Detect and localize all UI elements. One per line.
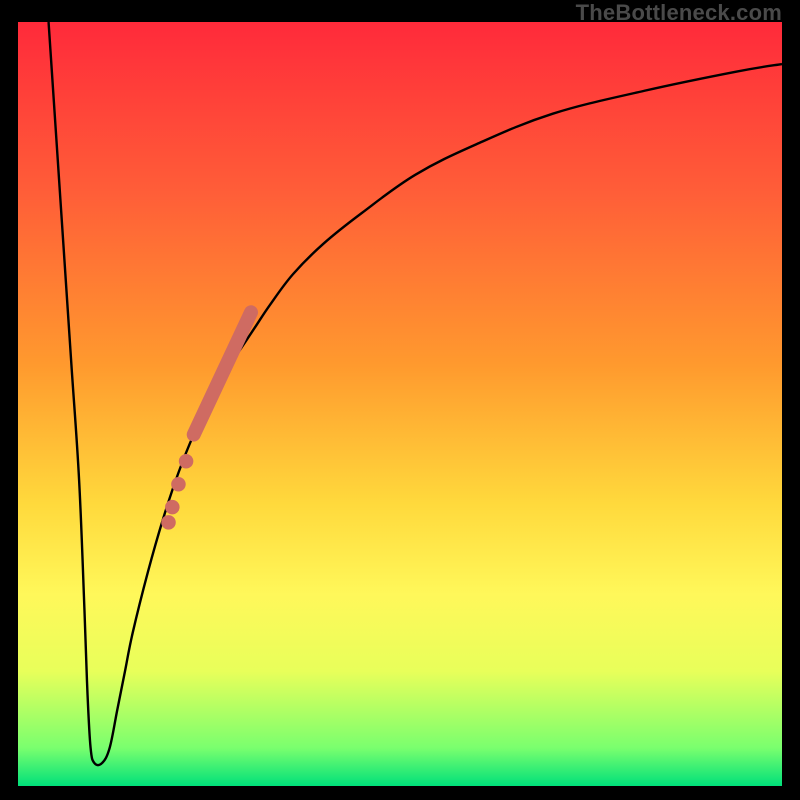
watermark-text: TheBottleneck.com <box>576 0 782 26</box>
curve-line <box>49 22 782 765</box>
plot-area <box>18 22 782 786</box>
marker-dot <box>171 477 186 492</box>
marker-dot <box>165 500 180 515</box>
bottleneck-chart-svg <box>18 22 782 786</box>
marker-overlay <box>161 312 251 529</box>
marker-thick-segment <box>194 312 251 434</box>
bottleneck-curve-path <box>49 22 782 765</box>
marker-dot <box>161 515 176 530</box>
marker-dot <box>179 454 194 469</box>
chart-frame: TheBottleneck.com <box>0 0 800 800</box>
